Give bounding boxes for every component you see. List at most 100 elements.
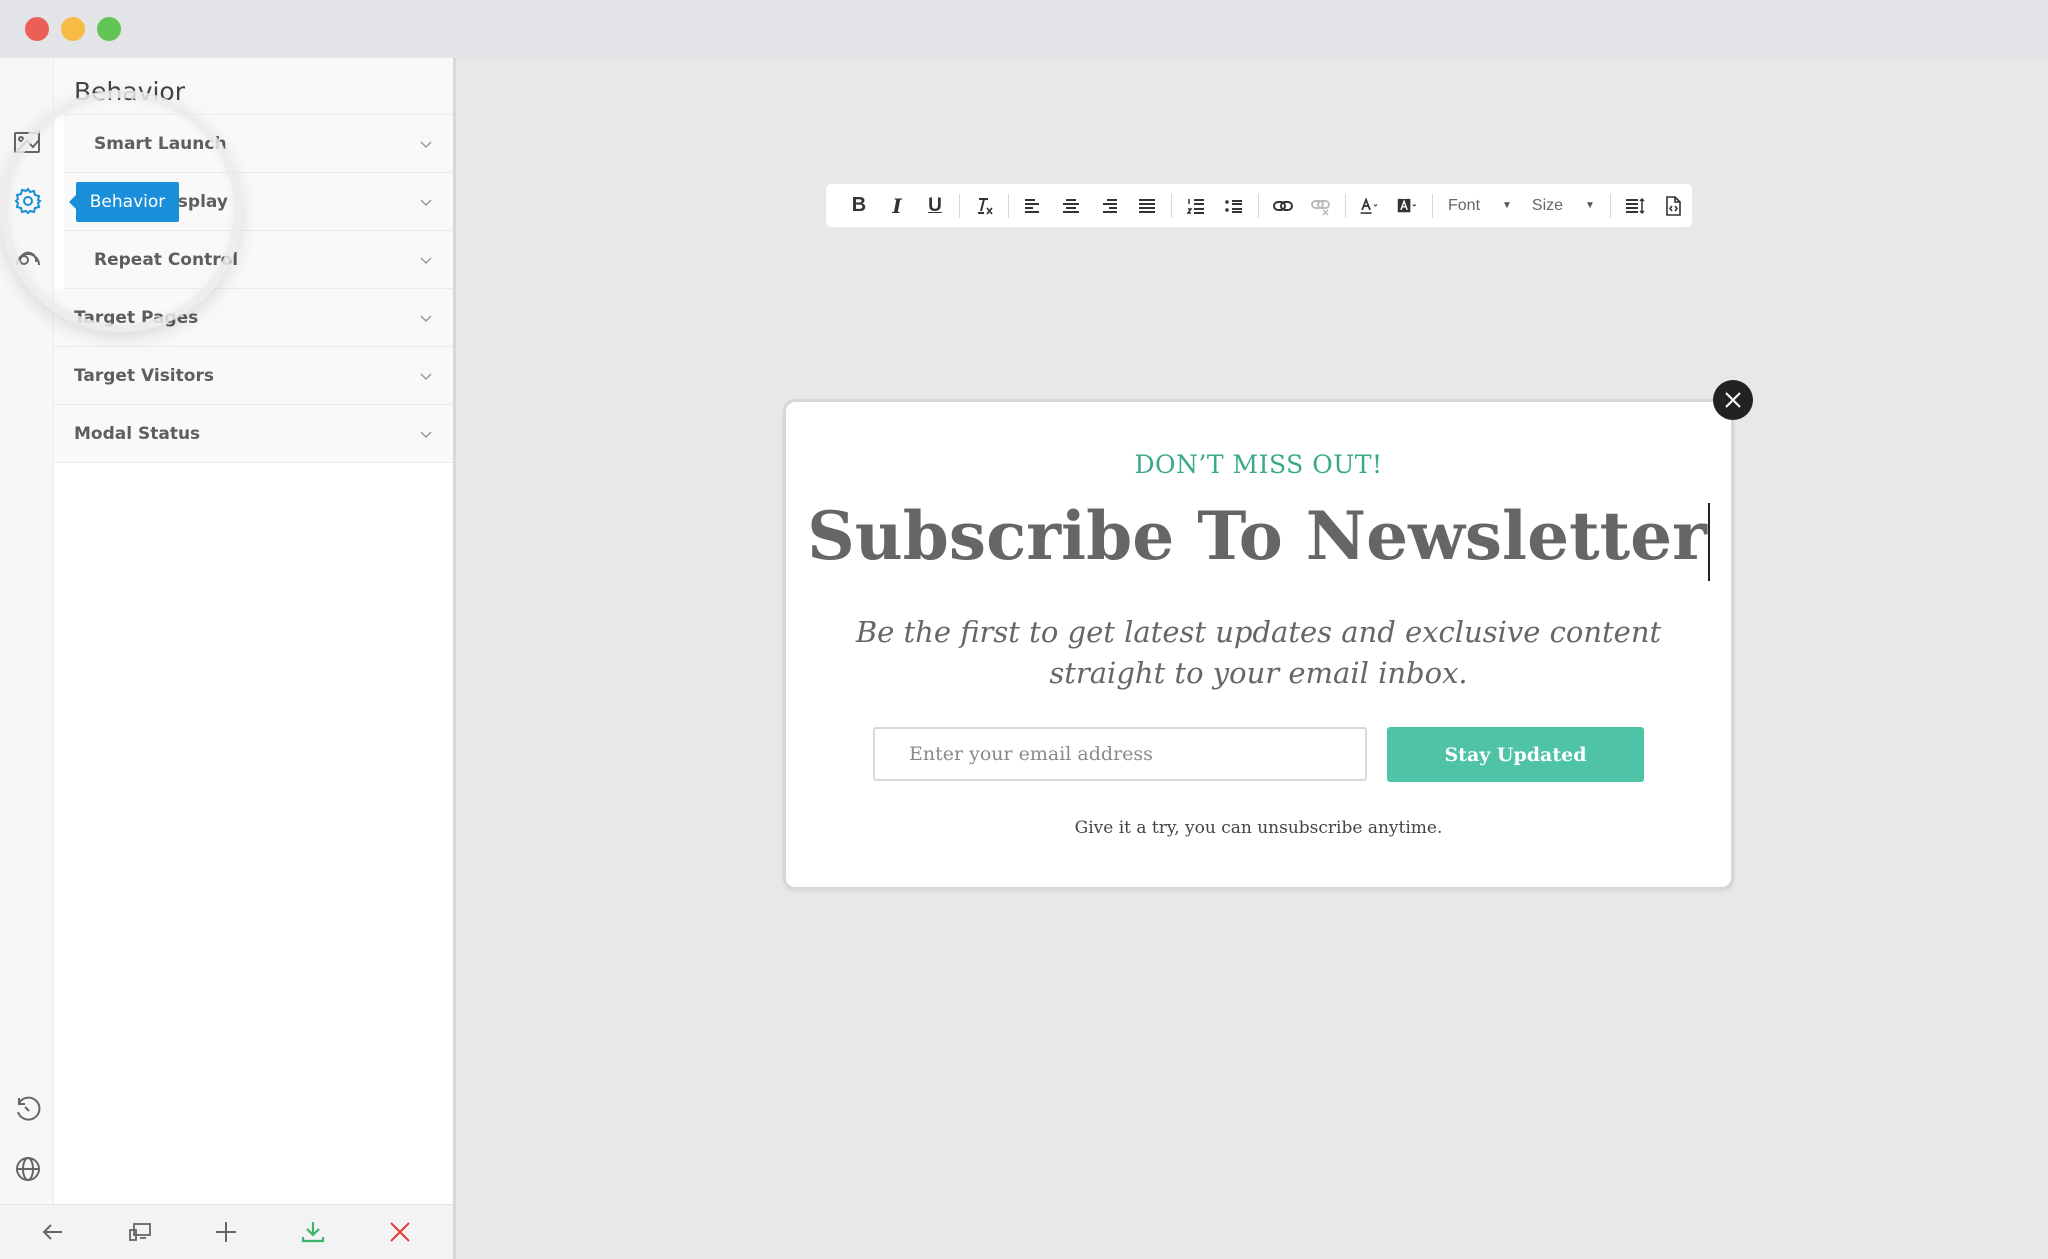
section-repeat-control[interactable]: Repeat Control	[64, 231, 453, 289]
justify-button[interactable]	[1128, 191, 1166, 221]
modal-eyebrow[interactable]: DON’T MISS OUT!	[786, 450, 1731, 479]
rail-item-language[interactable]	[12, 1153, 44, 1185]
rail-item-history[interactable]	[12, 1094, 44, 1126]
panel-title: Behavior	[54, 58, 453, 115]
size-dropdown-label: Size	[1531, 196, 1564, 214]
bold-button[interactable]: B	[840, 191, 878, 221]
preview-devices-button[interactable]	[120, 1212, 160, 1252]
close-editor-button[interactable]	[380, 1212, 420, 1252]
close-icon	[1725, 392, 1741, 408]
font-size-dropdown[interactable]: Size ▼	[1522, 197, 1605, 215]
image-icon	[14, 130, 40, 153]
text-cursor	[1707, 503, 1710, 581]
chevron-down-icon	[420, 430, 432, 438]
modal-title-text[interactable]: Subscribe To Newsletter	[807, 497, 1707, 575]
align-center-icon	[1063, 198, 1079, 213]
section-label: Target Visitors	[74, 365, 214, 386]
bold-icon: B	[851, 194, 867, 216]
modal-footnote[interactable]: Give it a try, you can unsubscribe anyti…	[786, 818, 1731, 838]
toolbar-separator	[1258, 193, 1259, 218]
download-icon	[301, 1222, 325, 1243]
globe-icon	[16, 1157, 40, 1181]
behavior-tooltip: Behavior	[69, 182, 179, 222]
analytics-icon	[16, 251, 40, 266]
panel-divider[interactable]	[453, 58, 456, 1259]
align-left-button[interactable]	[1014, 191, 1052, 221]
toolbar-separator	[959, 193, 960, 218]
modal-subtitle[interactable]: Be the first to get latest updates and e…	[836, 612, 1681, 694]
window-titlebar	[0, 0, 2048, 58]
line-height-button[interactable]	[1616, 191, 1654, 221]
chevron-down-icon	[420, 314, 432, 322]
clear-formatting-button[interactable]	[965, 191, 1003, 221]
close-icon	[389, 1222, 410, 1242]
window-minimize-button[interactable]	[61, 17, 85, 41]
section-label: Repeat Control	[94, 249, 239, 270]
align-right-button[interactable]	[1090, 191, 1128, 221]
rail-item-analytics[interactable]	[12, 244, 44, 276]
section-label: Smart Launch	[94, 133, 227, 154]
ordered-list-button[interactable]	[1177, 191, 1215, 221]
toolbar-separator	[1609, 193, 1611, 218]
link-button[interactable]	[1264, 191, 1302, 221]
stay-updated-button[interactable]: Stay Updated	[1387, 727, 1644, 782]
section-smart-launch[interactable]: Smart Launch	[64, 115, 453, 173]
toolbar-separator	[1345, 193, 1346, 218]
justify-icon	[1139, 198, 1155, 213]
align-left-icon	[1025, 198, 1039, 213]
ordered-list-icon	[1186, 198, 1204, 214]
section-modal-status[interactable]: Modal Status	[54, 405, 453, 463]
clear-formatting-icon	[978, 197, 993, 215]
save-button[interactable]	[293, 1212, 333, 1252]
chevron-down-icon	[420, 256, 432, 264]
section-label: Modal Status	[74, 423, 201, 444]
font-family-dropdown[interactable]: Font ▼	[1438, 197, 1522, 215]
add-button[interactable]	[206, 1212, 246, 1252]
history-icon	[17, 1096, 41, 1121]
toolbar-separator	[1008, 193, 1009, 218]
background-color-icon	[1397, 198, 1417, 212]
back-button[interactable]	[33, 1212, 73, 1252]
chevron-down-icon	[420, 198, 432, 206]
source-code-button[interactable]	[1654, 191, 1692, 221]
line-height-icon	[1625, 197, 1645, 214]
unlink-button[interactable]	[1302, 191, 1340, 221]
align-right-icon	[1103, 198, 1117, 213]
modal-close-button[interactable]	[1713, 380, 1753, 420]
chevron-down-icon	[420, 372, 432, 380]
link-icon	[1273, 200, 1293, 211]
unlink-icon	[1311, 199, 1330, 216]
icon-rail	[0, 58, 54, 1204]
bottom-action-bar	[0, 1204, 453, 1259]
section-target-visitors[interactable]: Target Visitors	[54, 347, 453, 405]
toolbar-separator	[1432, 193, 1433, 218]
text-color-button[interactable]	[1351, 191, 1389, 221]
window-close-button[interactable]	[25, 17, 49, 41]
unordered-list-icon	[1225, 199, 1242, 213]
modal-title[interactable]: Subscribe To Newsletter	[786, 497, 1731, 581]
underline-icon: U	[928, 194, 942, 216]
italic-button[interactable]: I	[878, 191, 916, 221]
font-dropdown-label: Font	[1448, 196, 1481, 214]
toolbar-separator	[1171, 193, 1172, 218]
background-color-button[interactable]	[1389, 191, 1427, 221]
email-input[interactable]	[873, 727, 1367, 781]
source-code-icon	[1666, 195, 1681, 216]
arrow-left-icon	[42, 1224, 63, 1240]
devices-icon	[128, 1223, 151, 1241]
text-color-icon	[1360, 196, 1378, 214]
caret-down-icon: ▼	[1502, 200, 1512, 211]
section-label: Target Pages	[74, 307, 199, 328]
behavior-panel: Behavior Smart Launch Smart Display Repe…	[54, 58, 453, 1204]
unordered-list-button[interactable]	[1215, 191, 1253, 221]
rail-item-design[interactable]	[12, 125, 44, 157]
text-editor-toolbar: B I U Font ▼ Size ▼	[826, 184, 1692, 227]
italic-icon: I	[892, 193, 902, 218]
chevron-down-icon	[420, 140, 432, 148]
newsletter-modal: DON’T MISS OUT! Subscribe To Newsletter …	[783, 399, 1734, 890]
align-center-button[interactable]	[1052, 191, 1090, 221]
section-target-pages[interactable]: Target Pages	[54, 289, 453, 347]
window-maximize-button[interactable]	[97, 17, 121, 41]
underline-button[interactable]: U	[916, 191, 954, 221]
rail-item-behavior[interactable]	[12, 185, 44, 217]
